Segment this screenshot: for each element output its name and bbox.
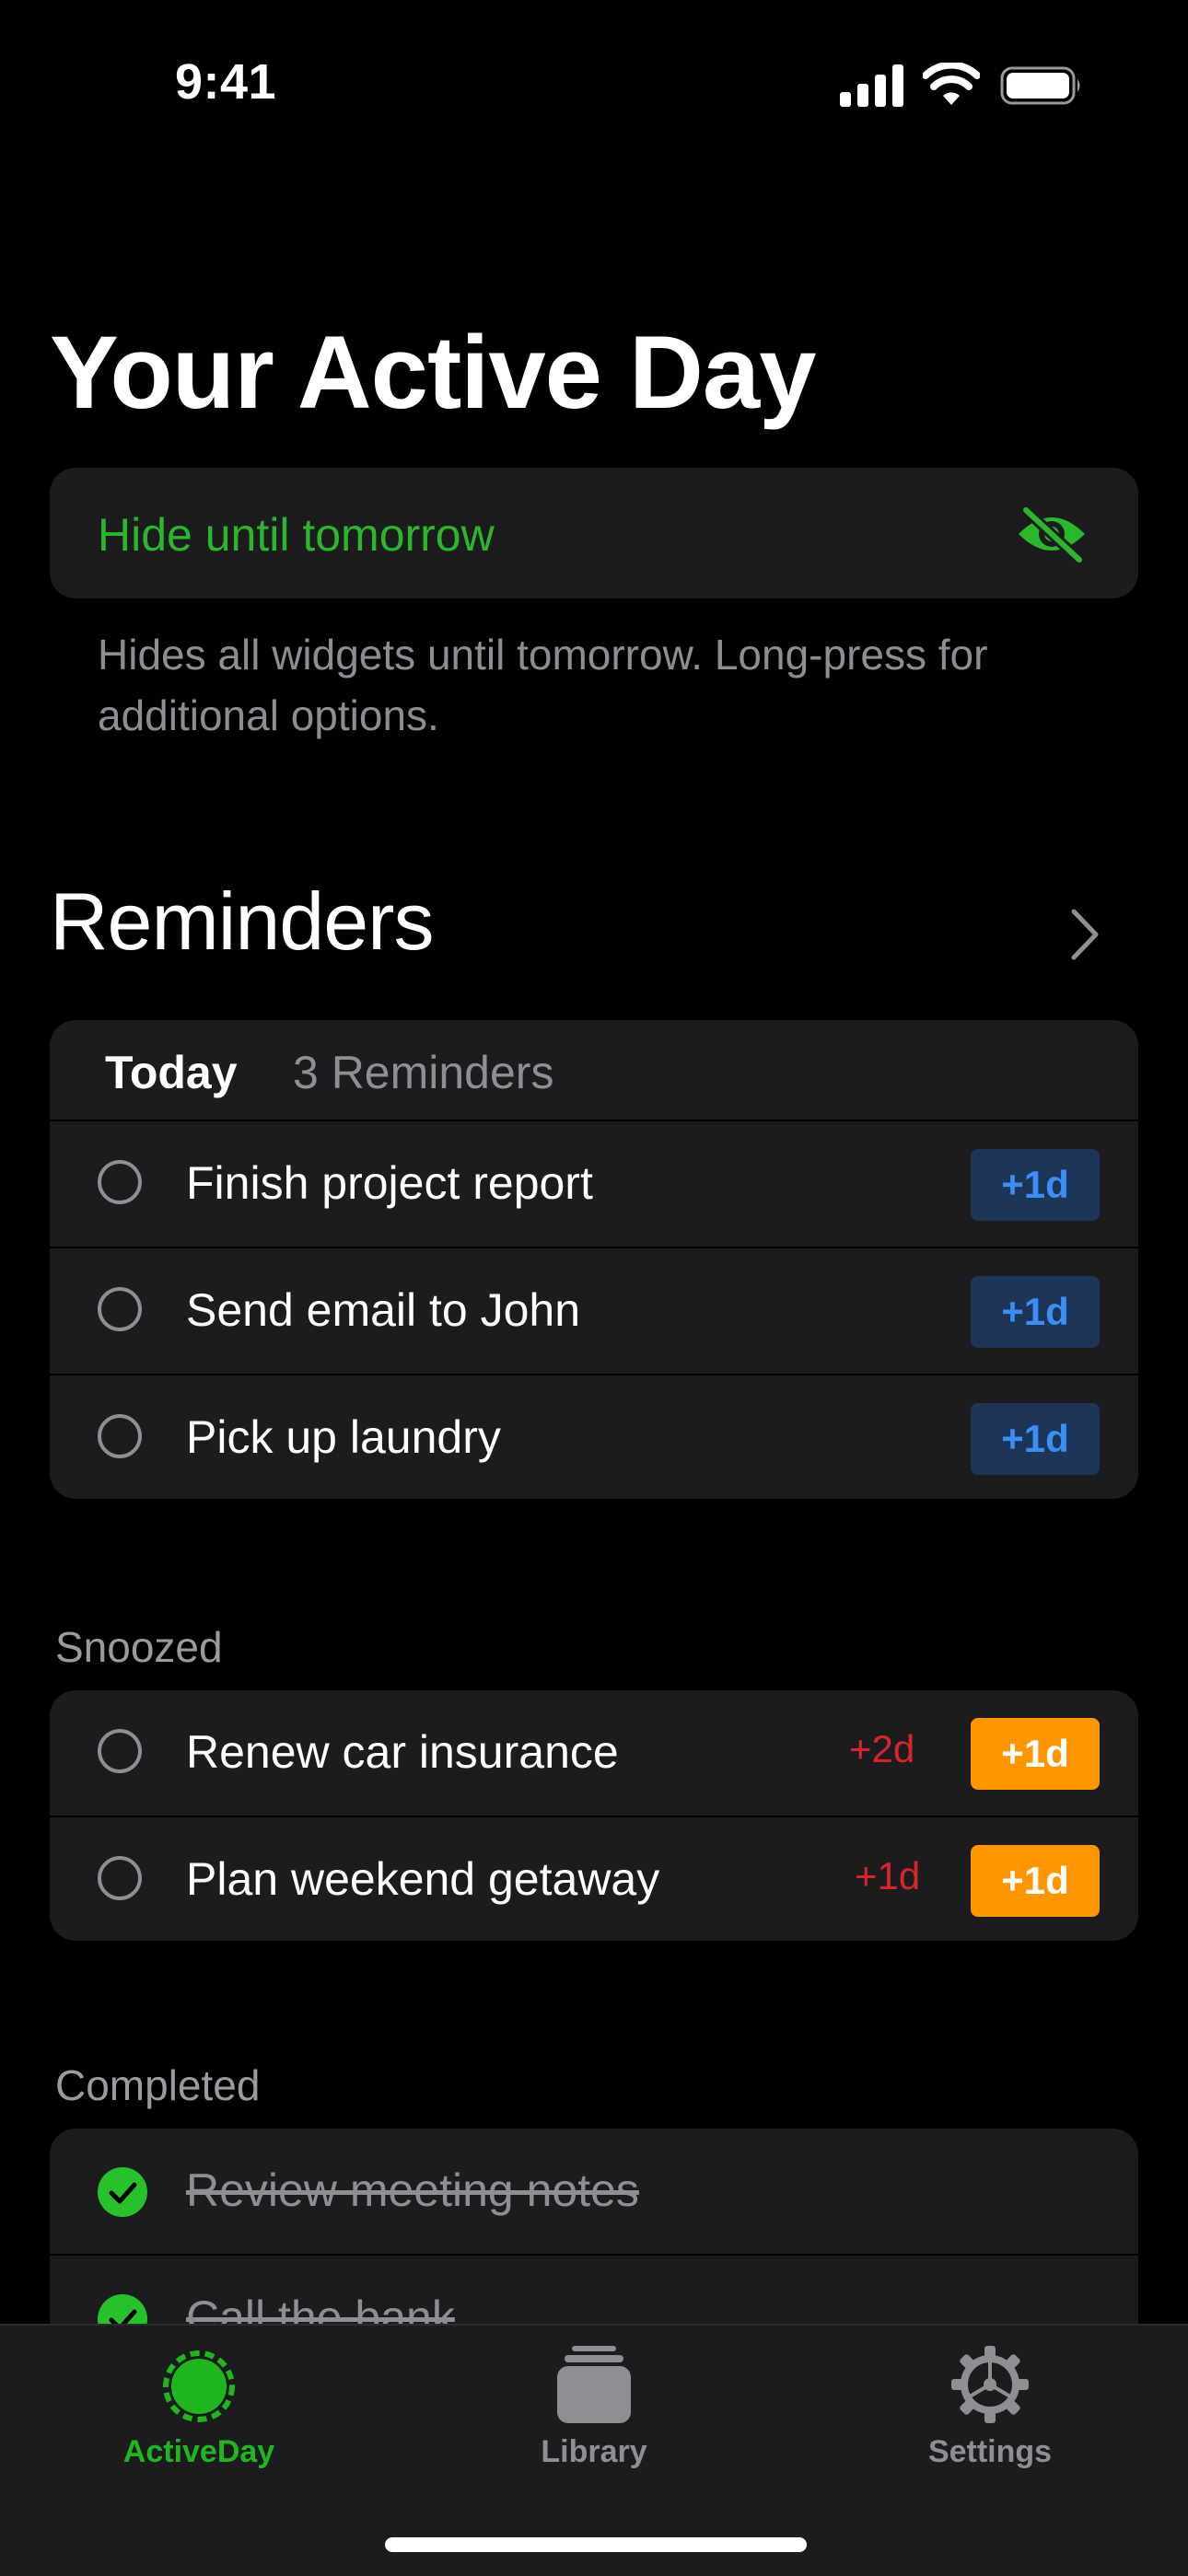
page-title: Your Active Day — [50, 315, 817, 430]
today-label: Today — [105, 1047, 238, 1098]
tab-label: Settings — [927, 2434, 1053, 2469]
complete-radio[interactable] — [98, 1287, 142, 1331]
postpone-button[interactable]: +1d — [971, 1718, 1100, 1790]
checkmark-circle-icon[interactable] — [98, 2167, 147, 2217]
tab-library[interactable]: Library — [456, 2326, 732, 2510]
tab-activeday[interactable]: ActiveDay — [61, 2326, 337, 2510]
today-header: Today 3 Reminders — [50, 1020, 1138, 1120]
complete-radio[interactable] — [98, 1414, 142, 1458]
tab-label: ActiveDay — [122, 2434, 275, 2469]
chevron-right-icon[interactable] — [1066, 906, 1103, 963]
snooze-delay: +2d — [849, 1727, 915, 1770]
snooze-delay: +1d — [855, 1854, 921, 1897]
reminder-title: Renew car insurance — [186, 1726, 619, 1778]
hide-help-text: Hides all widgets until tomorrow. Long-p… — [98, 631, 988, 739]
eye-slash-icon — [1019, 505, 1085, 563]
list-item[interactable]: Review meeting notes — [50, 2129, 1138, 2254]
battery-icon — [1000, 66, 1080, 105]
reminder-title: Finish project report — [186, 1157, 593, 1209]
tab-label: Library — [541, 2434, 647, 2469]
status-time: 9:41 — [175, 54, 277, 110]
complete-radio[interactable] — [98, 1160, 142, 1204]
reminders-section-title[interactable]: Reminders — [50, 875, 434, 969]
postpone-button[interactable]: +1d — [971, 1149, 1100, 1221]
cellular-signal-icon — [840, 64, 903, 107]
list-item[interactable]: Finish project report +1d — [50, 1120, 1138, 1247]
list-item[interactable]: Renew car insurance +2d +1d — [50, 1690, 1138, 1816]
complete-radio[interactable] — [98, 1729, 142, 1773]
complete-radio[interactable] — [98, 1856, 142, 1900]
tab-settings[interactable]: Settings — [852, 2326, 1128, 2510]
postpone-button[interactable]: +1d — [971, 1276, 1100, 1348]
list-item[interactable]: Pick up laundry +1d — [50, 1374, 1138, 1499]
home-indicator[interactable] — [385, 2537, 807, 2552]
library-icon — [557, 2346, 631, 2423]
reminder-title: Send email to John — [186, 1284, 581, 1336]
snoozed-header: Snoozed — [55, 1623, 223, 1671]
postpone-button[interactable]: +1d — [971, 1403, 1100, 1475]
hide-until-tomorrow-label: Hide until tomorrow — [98, 509, 495, 561]
active-day-icon — [163, 2350, 235, 2422]
wifi-icon — [923, 63, 980, 105]
reminder-title: Plan weekend getaway — [186, 1853, 660, 1905]
postpone-button[interactable]: +1d — [971, 1845, 1100, 1917]
gear-icon — [951, 2346, 1029, 2423]
today-reminders-list: Today 3 Reminders Finish project report … — [50, 1020, 1138, 1499]
reminder-title: Pick up laundry — [186, 1411, 501, 1463]
today-count: 3 Reminders — [293, 1047, 554, 1098]
list-item[interactable]: Plan weekend getaway +1d +1d — [50, 1816, 1138, 1941]
completed-reminder-title: Review meeting notes — [186, 2164, 639, 2216]
snoozed-list: Renew car insurance +2d +1d Plan weekend… — [50, 1690, 1138, 1941]
completed-header: Completed — [55, 2061, 261, 2109]
list-item[interactable]: Send email to John +1d — [50, 1247, 1138, 1374]
